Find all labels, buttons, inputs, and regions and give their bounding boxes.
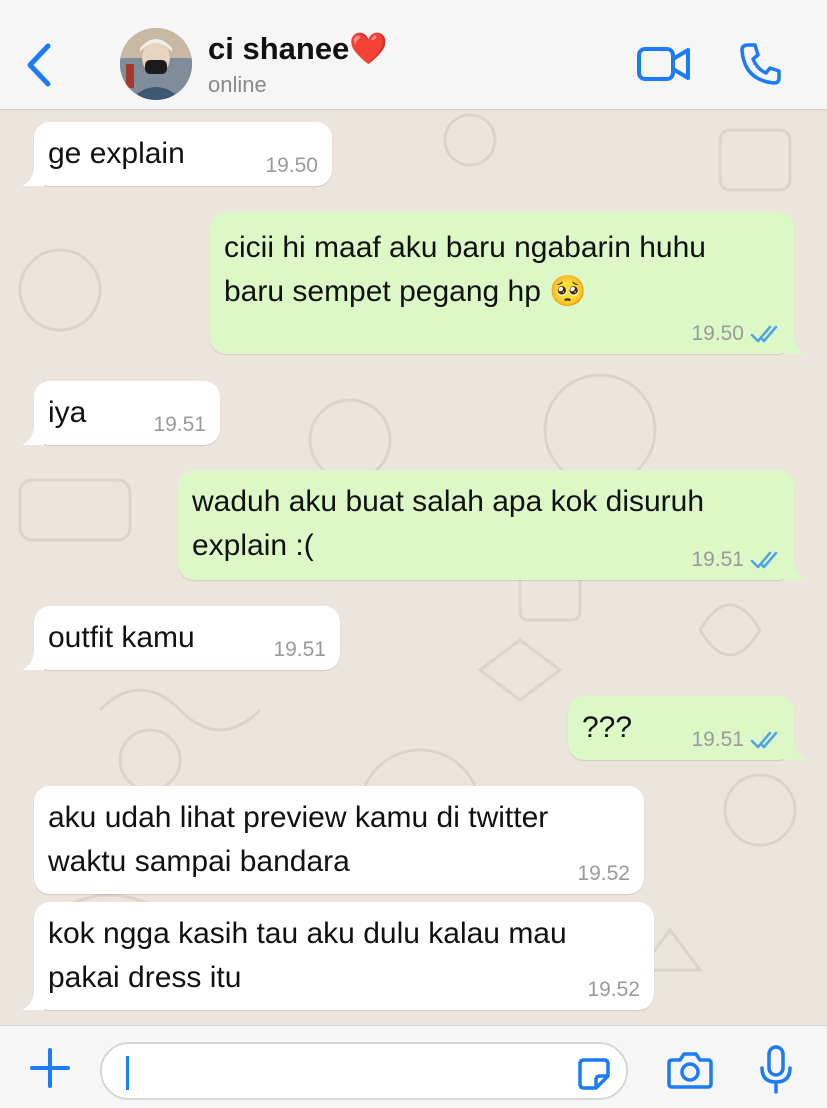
chat-header: ci shanee❤️ online [0,0,827,110]
avatar-photo [120,28,192,100]
bubble-tail [784,334,806,354]
message-text: iya [48,396,87,429]
message-bubble-outgoing[interactable]: ??? 19.51 [568,696,806,760]
chevron-left-icon [27,43,51,87]
double-check-icon [750,325,778,343]
bubble-tail [22,166,44,186]
message-text: cicii hi maaf aku baru ngabarin huhu bar… [224,231,706,308]
message-bubble-incoming[interactable]: iya 19.51 [22,381,220,445]
message-time: 19.51 [153,413,206,436]
message-time: 19.51 [691,548,744,571]
bubble-tail [22,650,44,670]
message-text: kok ngga kasih tau aku dulu kalau mau pa… [48,917,567,994]
video-camera-icon [637,47,690,81]
bubble-tail [22,990,44,1010]
bubble-tail [22,425,44,445]
sticker-button[interactable] [576,1056,612,1092]
message-bubble-outgoing[interactable]: cicii hi maaf aku baru ngabarin huhu bar… [210,212,806,354]
microphone-icon [760,1045,792,1094]
bubble-tail [784,560,806,580]
message-bubble-outgoing[interactable]: waduh aku buat salah apa kok disuruh exp… [178,470,806,580]
message-text: outfit kamu [48,621,195,654]
message-text: waduh aku buat salah apa kok disuruh exp… [192,485,705,562]
bubble-tail [784,740,806,760]
voice-record-button[interactable] [758,1044,794,1096]
sticker-icon [578,1058,610,1090]
message-text: ge explain [48,137,185,170]
message-composer [0,1025,827,1108]
contact-name[interactable]: ci shanee❤️ [208,30,388,67]
text-cursor [126,1056,129,1090]
phone-icon [740,43,781,85]
message-bubble-incoming[interactable]: outfit kamu 19.51 [22,606,340,670]
message-input[interactable] [100,1042,628,1100]
contact-status: online [208,72,267,97]
message-time: 19.51 [273,638,326,661]
message-time: 19.51 [691,728,744,751]
message-time: 19.50 [265,154,318,177]
camera-button[interactable] [666,1050,714,1090]
double-check-icon [750,731,778,749]
message-text: ??? [582,711,633,744]
message-text: aku udah lihat preview kamu di twitter w… [48,801,549,878]
attach-button[interactable] [28,1046,72,1090]
message-time: 19.50 [691,322,744,345]
message-time: 19.52 [587,978,640,1001]
message-time: 19.52 [577,862,630,885]
camera-icon [667,1052,713,1089]
plus-icon [30,1048,70,1088]
avatar[interactable] [120,28,192,100]
message-bubble-incoming[interactable]: kok ngga kasih tau aku dulu kalau mau pa… [22,902,654,1010]
voice-call-button[interactable] [736,40,784,88]
video-call-button[interactable] [636,44,692,84]
message-bubble-incoming[interactable]: aku udah lihat preview kamu di twitter w… [34,786,644,894]
message-bubble-incoming[interactable]: ge explain 19.50 [22,122,332,186]
back-button[interactable] [20,40,60,90]
double-check-icon [750,551,778,569]
